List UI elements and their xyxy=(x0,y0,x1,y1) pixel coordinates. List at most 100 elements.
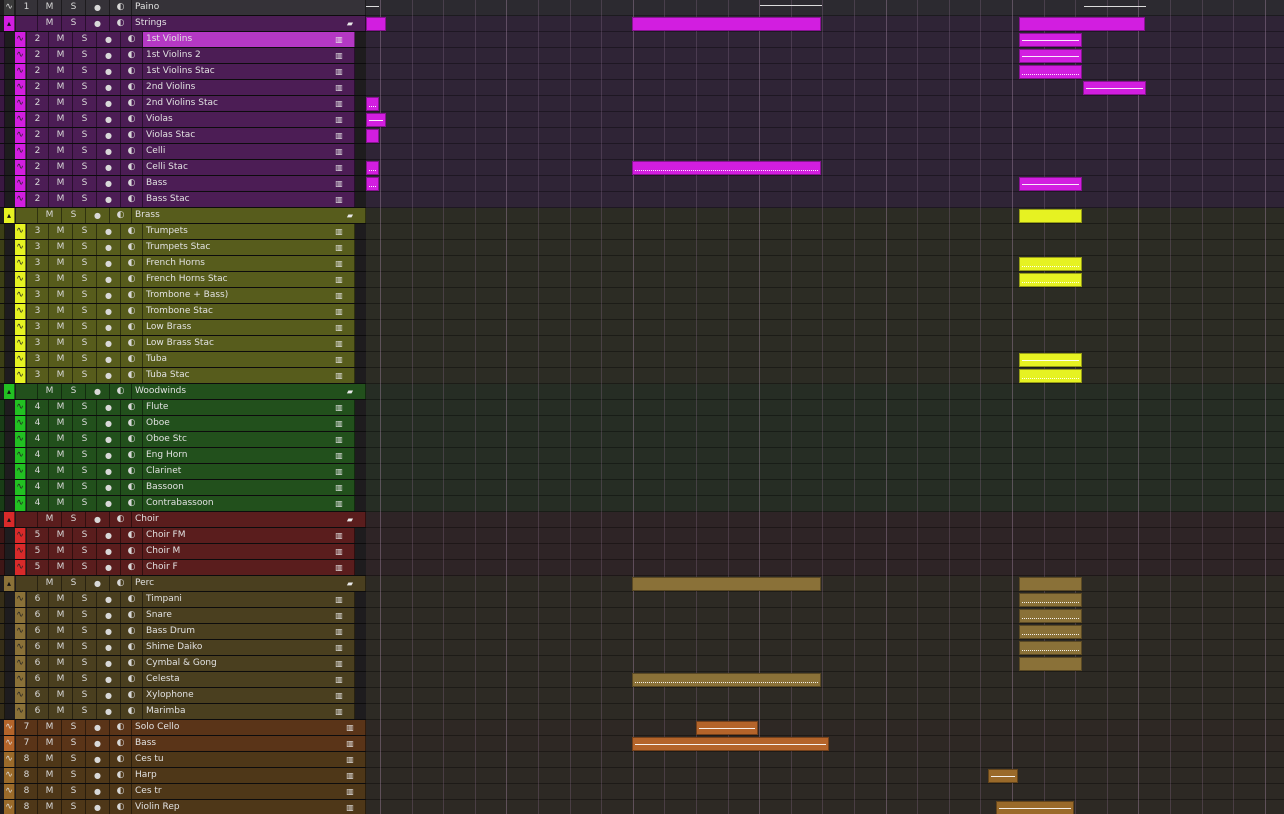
keyboard-icon[interactable]: ▥ xyxy=(323,496,355,511)
monitor-icon[interactable]: ◐ xyxy=(110,800,132,814)
keyboard-icon[interactable]: ▥ xyxy=(323,688,355,703)
record-dot-icon[interactable]: ● xyxy=(97,608,121,623)
track-row[interactable]: ∿ 8 M S ● ◐ Harp ▥ xyxy=(0,768,366,784)
track-name[interactable]: Paino xyxy=(132,0,366,15)
automation-wave-icon[interactable]: ∿ xyxy=(15,112,26,127)
record-dot-icon[interactable]: ● xyxy=(86,208,110,223)
midi-clip[interactable] xyxy=(1019,209,1082,223)
track-row[interactable]: ∿ 3 M S ● ◐ Low Brass Stac ▥ xyxy=(0,336,366,352)
record-dot-icon[interactable]: ● xyxy=(97,352,121,367)
mute-button[interactable]: M xyxy=(49,688,73,703)
automation-wave-icon[interactable]: ∿ xyxy=(15,64,26,79)
record-dot-icon[interactable]: ● xyxy=(97,416,121,431)
keyboard-icon[interactable]: ▥ xyxy=(323,544,355,559)
record-dot-icon[interactable]: ● xyxy=(97,272,121,287)
track-lane[interactable] xyxy=(366,176,1284,192)
monitor-icon[interactable]: ◐ xyxy=(121,80,143,95)
solo-button[interactable]: S xyxy=(73,160,97,175)
keyboard-icon[interactable]: ▥ xyxy=(323,304,355,319)
record-dot-icon[interactable]: ● xyxy=(97,672,121,687)
keyboard-icon[interactable]: ▥ xyxy=(323,32,355,47)
track-name[interactable]: Harp xyxy=(132,768,366,783)
mute-button[interactable]: M xyxy=(38,512,62,527)
keyboard-icon[interactable]: ▥ xyxy=(323,528,355,543)
automation-wave-icon[interactable]: ∿ xyxy=(15,416,26,431)
track-name[interactable]: Ces tu xyxy=(132,752,366,767)
mute-button[interactable]: M xyxy=(49,704,73,719)
solo-button[interactable]: S xyxy=(73,432,97,447)
track-row[interactable]: ∿ 2 M S ● ◐ Celli ▥ xyxy=(0,144,366,160)
track-lane[interactable] xyxy=(366,144,1284,160)
mute-button[interactable]: M xyxy=(38,0,62,15)
solo-button[interactable]: S xyxy=(73,528,97,543)
monitor-icon[interactable]: ◐ xyxy=(110,576,132,591)
midi-clip[interactable] xyxy=(1019,257,1082,271)
solo-button[interactable]: S xyxy=(73,32,97,47)
track-row[interactable]: ∿ 2 M S ● ◐ Bass ▥ xyxy=(0,176,366,192)
keyboard-icon[interactable]: ▥ xyxy=(323,656,355,671)
track-row[interactable]: ∿ 3 M S ● ◐ Trombone Stac ▥ xyxy=(0,304,366,320)
keyboard-icon[interactable]: ▥ xyxy=(323,640,355,655)
mute-button[interactable]: M xyxy=(38,784,62,799)
track-row[interactable]: ∿ 2 M S ● ◐ Celli Stac ▥ xyxy=(0,160,366,176)
keyboard-icon[interactable]: ▥ xyxy=(323,624,355,639)
automation-wave-icon[interactable]: ∿ xyxy=(15,496,26,511)
monitor-icon[interactable]: ◐ xyxy=(110,784,132,799)
collapse-arrow-icon[interactable]: ▴ xyxy=(4,576,15,591)
track-lane[interactable] xyxy=(366,240,1284,256)
automation-wave-icon[interactable]: ∿ xyxy=(15,464,26,479)
track-row[interactable]: ∿ 4 M S ● ◐ Oboe Stc ▥ xyxy=(0,432,366,448)
keyboard-icon[interactable]: ▥ xyxy=(323,160,355,175)
record-dot-icon[interactable]: ● xyxy=(97,192,121,207)
track-lane[interactable] xyxy=(366,320,1284,336)
monitor-icon[interactable]: ◐ xyxy=(110,736,132,751)
midi-clip[interactable] xyxy=(632,577,821,591)
solo-button[interactable]: S xyxy=(73,352,97,367)
record-dot-icon[interactable]: ● xyxy=(97,32,121,47)
track-row[interactable]: ∿ 5 M S ● ◐ Choir F ▥ xyxy=(0,560,366,576)
keyboard-icon[interactable]: ▥ xyxy=(334,800,366,814)
solo-button[interactable]: S xyxy=(73,80,97,95)
track-lane[interactable] xyxy=(366,304,1284,320)
midi-clip[interactable] xyxy=(1019,49,1082,63)
mute-button[interactable]: M xyxy=(49,480,73,495)
mute-button[interactable]: M xyxy=(49,336,73,351)
track-lane[interactable] xyxy=(366,64,1284,80)
keyboard-icon[interactable]: ▥ xyxy=(323,416,355,431)
track-lane[interactable] xyxy=(366,208,1284,224)
record-dot-icon[interactable]: ● xyxy=(97,624,121,639)
record-dot-icon[interactable]: ● xyxy=(97,560,121,575)
monitor-icon[interactable]: ◐ xyxy=(121,192,143,207)
mute-button[interactable]: M xyxy=(38,800,62,814)
mute-button[interactable]: M xyxy=(49,608,73,623)
record-dot-icon[interactable]: ● xyxy=(97,528,121,543)
monitor-icon[interactable]: ◐ xyxy=(121,144,143,159)
mute-button[interactable]: M xyxy=(49,96,73,111)
track-row[interactable]: ∿ 7 M S ● ◐ Bass ▥ xyxy=(0,736,366,752)
midi-clip[interactable] xyxy=(1019,369,1082,383)
record-dot-icon[interactable]: ● xyxy=(97,688,121,703)
mute-button[interactable]: M xyxy=(38,384,62,399)
track-row[interactable]: ∿ 8 M S ● ◐ Violin Rep ▥ xyxy=(0,800,366,814)
mute-button[interactable]: M xyxy=(49,256,73,271)
solo-button[interactable]: S xyxy=(73,480,97,495)
monitor-icon[interactable]: ◐ xyxy=(110,768,132,783)
track-lane[interactable] xyxy=(366,704,1284,720)
solo-button[interactable]: S xyxy=(62,384,86,399)
solo-button[interactable]: S xyxy=(73,64,97,79)
monitor-icon[interactable]: ◐ xyxy=(121,256,143,271)
keyboard-icon[interactable]: ▥ xyxy=(323,240,355,255)
automation-wave-icon[interactable]: ∿ xyxy=(15,176,26,191)
solo-button[interactable]: S xyxy=(73,192,97,207)
track-row[interactable]: ∿ 3 M S ● ◐ French Horns Stac ▥ xyxy=(0,272,366,288)
monitor-icon[interactable]: ◐ xyxy=(121,672,143,687)
mute-button[interactable]: M xyxy=(49,272,73,287)
keyboard-icon[interactable]: ▥ xyxy=(323,272,355,287)
solo-button[interactable]: S xyxy=(73,448,97,463)
folder-icon[interactable]: ▰ xyxy=(334,576,366,591)
monitor-icon[interactable]: ◐ xyxy=(121,496,143,511)
mute-button[interactable]: M xyxy=(49,560,73,575)
solo-button[interactable]: S xyxy=(62,752,86,767)
midi-clip[interactable] xyxy=(1019,273,1082,287)
track-lane[interactable] xyxy=(366,656,1284,672)
